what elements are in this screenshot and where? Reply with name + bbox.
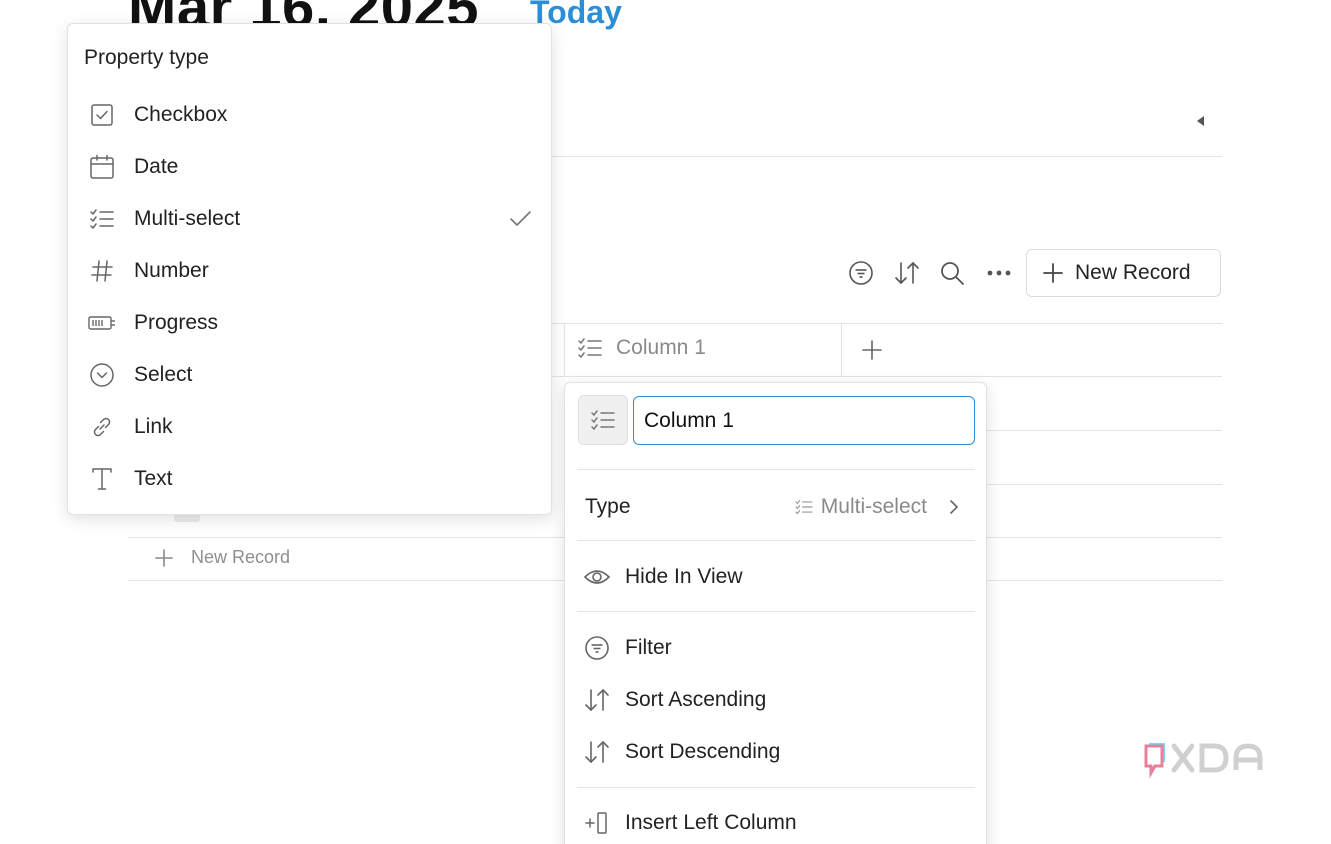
column-name-input[interactable]	[633, 396, 975, 445]
type-row[interactable]: Type Multi-select	[585, 487, 963, 527]
hide-in-view-label: Hide In View	[625, 565, 743, 588]
column-separator	[841, 323, 842, 377]
menu-divider	[577, 540, 975, 541]
calendar-icon	[84, 149, 120, 185]
filter-icon[interactable]	[846, 258, 876, 288]
multi-select-icon	[578, 338, 602, 359]
property-option-select[interactable]: Select	[84, 355, 536, 395]
sort-descending-label: Sort Descending	[625, 740, 781, 763]
sort-ascending-label: Sort Ascending	[625, 688, 767, 711]
property-option-number[interactable]: Number	[84, 251, 536, 291]
plus-icon	[1043, 263, 1063, 283]
property-option-label: Link	[134, 415, 173, 438]
sort-ascending-item[interactable]: Sort Ascending	[583, 680, 973, 720]
column-header[interactable]: Column 1	[578, 336, 706, 360]
insert-left-column-icon	[583, 809, 611, 837]
property-option-label: Number	[134, 259, 209, 282]
checkbox-icon	[84, 97, 120, 133]
property-option-text[interactable]: Text	[84, 459, 536, 499]
type-label: Type	[585, 495, 631, 518]
xda-watermark-logo	[1144, 743, 1263, 779]
property-option-label: Select	[134, 363, 193, 386]
property-option-checkbox[interactable]: Checkbox	[84, 95, 536, 135]
property-option-progress[interactable]: Progress	[84, 303, 536, 343]
new-record-row-label: New Record	[191, 547, 291, 567]
type-value: Multi-select	[795, 495, 963, 519]
progress-icon	[84, 305, 120, 341]
filter-label: Filter	[625, 636, 672, 659]
insert-left-column-label: Insert Left Column	[625, 811, 797, 834]
collapse-caret-icon[interactable]	[1193, 113, 1207, 129]
menu-divider	[577, 469, 975, 470]
column-settings-menu: Type Multi-select Hide In View Filter So…	[564, 382, 987, 844]
add-column-icon[interactable]	[860, 338, 884, 362]
column-separator	[564, 323, 565, 377]
property-option-label: Progress	[134, 311, 219, 334]
multi-select-icon	[84, 201, 120, 237]
multi-select-icon	[795, 499, 813, 515]
search-icon[interactable]	[937, 258, 967, 288]
new-record-button[interactable]: New Record	[1026, 249, 1221, 297]
property-option-multi-select[interactable]: Multi-select	[84, 199, 536, 239]
eye-icon	[583, 563, 611, 591]
property-type-menu: Property type Checkbox Date Multi-select…	[67, 23, 552, 515]
property-option-date[interactable]: Date	[84, 147, 536, 187]
column-header-label: Column 1	[616, 336, 706, 359]
sort-icon[interactable]	[892, 258, 922, 288]
menu-divider	[577, 611, 975, 612]
insert-left-column-item[interactable]: Insert Left Column	[583, 803, 973, 843]
new-record-row[interactable]: New Record	[155, 547, 290, 568]
sort-icon	[583, 686, 611, 714]
multi-select-icon	[591, 410, 615, 431]
menu-divider	[577, 787, 975, 788]
hide-in-view-item[interactable]: Hide In View	[583, 557, 973, 597]
sort-descending-item[interactable]: Sort Descending	[583, 732, 973, 772]
column-type-icon-button[interactable]	[578, 395, 628, 445]
property-option-label: Text	[134, 467, 173, 490]
chevron-right-icon	[950, 500, 958, 514]
text-icon	[84, 461, 120, 497]
link-icon	[84, 409, 120, 445]
filter-item[interactable]: Filter	[583, 628, 973, 668]
hash-icon	[84, 253, 120, 289]
selected-check-icon	[508, 207, 532, 231]
property-option-label: Checkbox	[134, 103, 228, 126]
new-record-label: New Record	[1075, 261, 1191, 284]
type-value-label: Multi-select	[820, 495, 927, 518]
sort-icon	[583, 738, 611, 766]
property-type-title: Property type	[84, 46, 209, 69]
more-icon[interactable]	[984, 258, 1014, 288]
table-row-border	[987, 484, 1222, 485]
plus-icon	[155, 548, 173, 567]
property-option-label: Date	[134, 155, 179, 178]
select-icon	[84, 357, 120, 393]
filter-icon	[583, 634, 611, 662]
property-option-label: Multi-select	[134, 207, 241, 230]
property-option-link[interactable]: Link	[84, 407, 536, 447]
section-divider	[552, 156, 1222, 157]
table-row-border	[987, 430, 1222, 431]
